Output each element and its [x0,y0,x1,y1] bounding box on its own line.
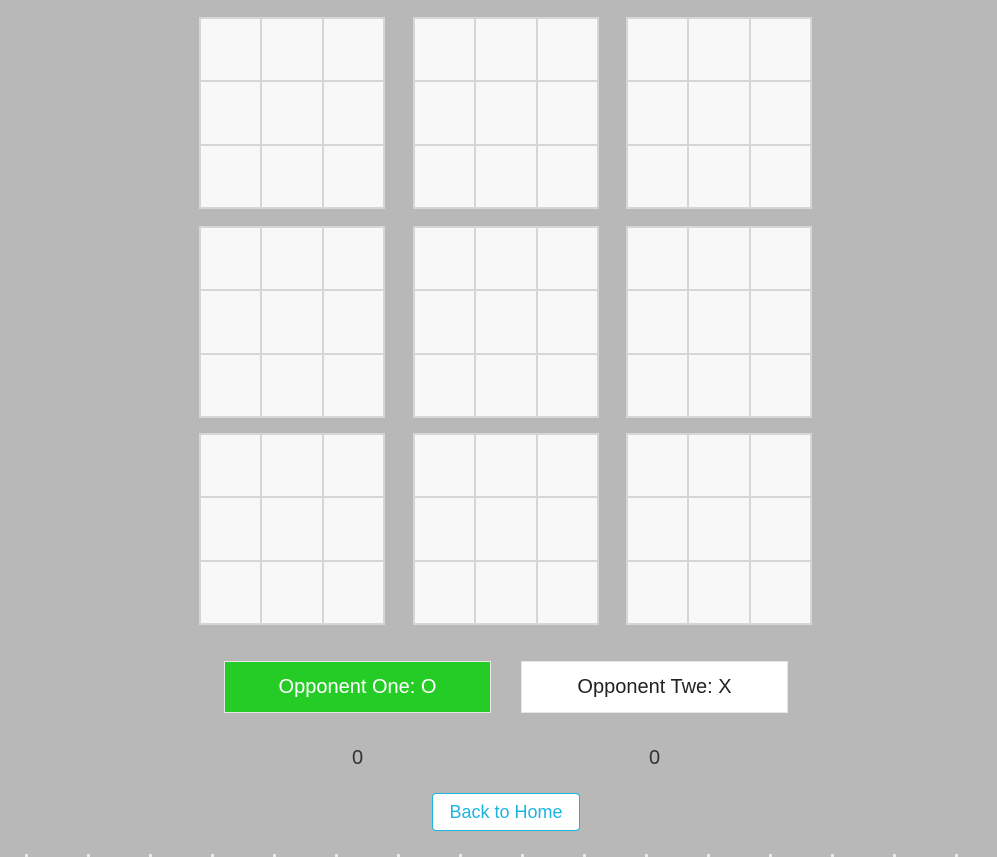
player-two-score: 0 [648,747,661,769]
board-cell[interactable] [627,434,689,498]
board-cell[interactable] [322,353,384,417]
board-cell[interactable] [200,81,262,145]
sub-board [413,433,599,625]
sub-board [626,226,812,418]
board-cell[interactable] [200,497,262,561]
sub-board [626,433,812,625]
board-cell[interactable] [688,353,750,417]
game-screen: Opponent One: O Opponent Twe: X 0 0 Back… [0,0,997,857]
board-cell[interactable] [688,144,750,208]
board-cell[interactable] [627,560,689,624]
player-two-indicator: Opponent Twe: X [521,661,788,713]
board-cell[interactable] [688,81,750,145]
board-cell[interactable] [749,290,811,354]
board-cell[interactable] [261,353,323,417]
board-cell[interactable] [536,81,598,145]
sub-board [199,17,385,209]
board-cell[interactable] [627,18,689,82]
board-cell[interactable] [200,353,262,417]
board-cell[interactable] [475,353,537,417]
board-cell[interactable] [749,18,811,82]
board-cell[interactable] [200,227,262,291]
board-cell[interactable] [414,497,476,561]
board-cell[interactable] [200,18,262,82]
board-cell[interactable] [261,560,323,624]
board-cell[interactable] [536,434,598,498]
board-cell[interactable] [414,81,476,145]
board-cell[interactable] [475,227,537,291]
sub-board [199,226,385,418]
board-cell[interactable] [322,560,384,624]
board-cell[interactable] [749,81,811,145]
board-cell[interactable] [749,144,811,208]
board-cell[interactable] [200,290,262,354]
board-cell[interactable] [475,81,537,145]
board-cell[interactable] [261,434,323,498]
sub-board [413,226,599,418]
board-cell[interactable] [322,81,384,145]
board-cell[interactable] [475,290,537,354]
board-cell[interactable] [322,144,384,208]
board-cell[interactable] [261,18,323,82]
board-cell[interactable] [688,434,750,498]
board-cell[interactable] [475,560,537,624]
board-cell[interactable] [475,144,537,208]
board-cell[interactable] [414,290,476,354]
board-cell[interactable] [536,560,598,624]
board-cell[interactable] [414,227,476,291]
player-one-label: Opponent One: O [278,675,437,698]
board-cell[interactable] [627,290,689,354]
board-cell[interactable] [749,434,811,498]
board-cell[interactable] [536,227,598,291]
player-one-score: 0 [351,747,364,769]
board-cell[interactable] [627,497,689,561]
board-cell[interactable] [200,434,262,498]
board-cell[interactable] [627,81,689,145]
board-cell[interactable] [749,560,811,624]
sub-board [199,433,385,625]
board-cell[interactable] [322,497,384,561]
board-cell[interactable] [627,144,689,208]
board-cell[interactable] [688,560,750,624]
board-cell[interactable] [475,497,537,561]
board-cell[interactable] [261,497,323,561]
board-cell[interactable] [749,497,811,561]
board-cell[interactable] [475,434,537,498]
player-one-indicator: Opponent One: O [224,661,491,713]
board-cell[interactable] [536,353,598,417]
board-cell[interactable] [749,227,811,291]
board-cell[interactable] [536,290,598,354]
board-cell[interactable] [322,434,384,498]
board-cell[interactable] [414,144,476,208]
board-cell[interactable] [200,144,262,208]
board-cell[interactable] [536,497,598,561]
board-cell[interactable] [414,353,476,417]
board-cell[interactable] [688,227,750,291]
board-cell[interactable] [688,497,750,561]
ultimate-tic-tac-toe-board [199,17,814,625]
board-cell[interactable] [536,144,598,208]
board-cell[interactable] [627,227,689,291]
board-cell[interactable] [261,81,323,145]
board-cell[interactable] [536,18,598,82]
board-cell[interactable] [261,144,323,208]
board-cell[interactable] [475,18,537,82]
back-to-home-button[interactable]: Back to Home [432,793,580,831]
board-cell[interactable] [261,290,323,354]
board-cell[interactable] [414,434,476,498]
board-cell[interactable] [688,18,750,82]
board-cell[interactable] [627,353,689,417]
board-cell[interactable] [322,290,384,354]
board-cell[interactable] [322,18,384,82]
board-cell[interactable] [414,560,476,624]
board-cell[interactable] [200,560,262,624]
sub-board [413,17,599,209]
board-cell[interactable] [322,227,384,291]
board-cell[interactable] [261,227,323,291]
board-cell[interactable] [749,353,811,417]
player-two-label: Opponent Twe: X [577,675,732,698]
board-cell[interactable] [688,290,750,354]
board-cell[interactable] [414,18,476,82]
sub-board [626,17,812,209]
